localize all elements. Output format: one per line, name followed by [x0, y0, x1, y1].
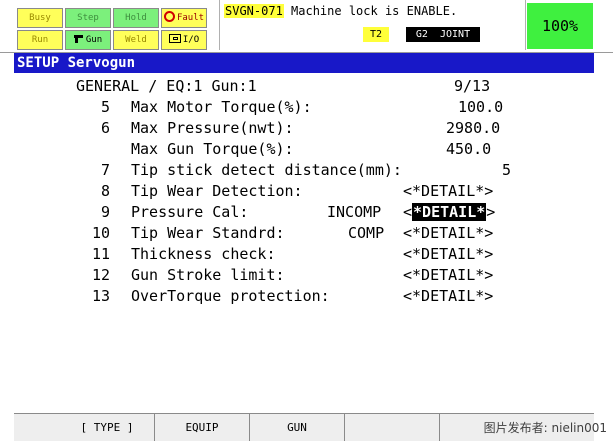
detail-cursor[interactable]: *DETAIL*	[412, 203, 487, 221]
detail-button[interactable]: <*DETAIL*>	[403, 266, 493, 285]
row-number: 8	[100, 182, 110, 200]
speed-override: 100%	[527, 3, 593, 49]
row-number: 10	[91, 224, 110, 242]
page-indicator: 9/13	[454, 77, 491, 95]
gun-icon	[73, 34, 84, 43]
fault-indicator: Fault	[161, 8, 207, 28]
weld-label: Weld	[125, 35, 147, 45]
fkey-type[interactable]: [ TYPE ]	[60, 414, 155, 441]
fault-label: Fault	[176, 13, 205, 23]
row-number: 12	[91, 266, 110, 284]
detail-bracket-close: >	[486, 203, 496, 221]
fault-icon	[163, 11, 175, 22]
detail-button[interactable]: <*DETAIL*>	[403, 182, 493, 201]
status-bar: Busy Step Hold Fault Run Gun Weld I/O SV…	[0, 0, 613, 53]
hold-label: Hold	[125, 13, 147, 23]
screen-title: SETUP Servogun	[14, 53, 594, 73]
row-label[interactable]: Tip Wear Standrd:	[131, 224, 285, 243]
mode-badge: T2	[363, 27, 389, 42]
weld-indicator: Weld	[113, 30, 159, 50]
row-value[interactable]: 5	[502, 161, 511, 180]
gun-indicator: Gun	[65, 30, 111, 50]
io-icon	[168, 34, 181, 43]
step-indicator: Step	[65, 8, 111, 28]
row-value[interactable]: 450.0	[446, 140, 491, 159]
row-label[interactable]: Gun Stroke limit:	[131, 266, 285, 285]
detail-bracket-open: <	[403, 203, 413, 221]
row-number: 5	[100, 98, 110, 116]
row-number: 9	[100, 203, 110, 221]
row-label[interactable]: Max Gun Torque(%):	[131, 140, 294, 159]
row-label[interactable]: Max Motor Torque(%):	[131, 98, 312, 117]
fkey-equip[interactable]: EQUIP	[155, 414, 250, 441]
row-number: 13	[91, 287, 110, 305]
coord-system-badge: G2 JOINT	[406, 27, 480, 42]
row-label[interactable]: Pressure Cal:	[131, 203, 248, 222]
row-number: 6	[100, 119, 110, 137]
gun-label: Gun	[85, 35, 103, 45]
alarm-message-box[interactable]: SVGN-071 Machine lock is ENABLE. T2 G2 J…	[219, 0, 526, 50]
step-label: Step	[77, 13, 99, 23]
watermark: 图片发布者: nielin001	[483, 421, 607, 435]
alarm-text: Machine lock is ENABLE.	[283, 4, 458, 18]
row-label[interactable]: OverTorque protection:	[131, 287, 330, 306]
row-value[interactable]: 2980.0	[446, 119, 500, 138]
row-label[interactable]: Max Pressure(nwt):	[131, 119, 294, 138]
fkey-gun[interactable]: GUN	[250, 414, 345, 441]
detail-button[interactable]: <*DETAIL*>	[403, 224, 493, 243]
busy-indicator: Busy	[17, 8, 63, 28]
row-label[interactable]: Thickness check:	[131, 245, 276, 264]
row-status: INCOMP	[327, 203, 382, 221]
io-label: I/O	[182, 35, 200, 45]
list-header: GENERAL / EQ:1 Gun:1	[76, 77, 257, 95]
row-number: 7	[100, 161, 110, 179]
fkey-4[interactable]	[345, 414, 440, 441]
row-number: 11	[91, 245, 110, 263]
servogun-setup-list: GENERAL / EQ:1 Gun:1 9/13 5 Max Motor To…	[14, 73, 594, 411]
alarm-code: SVGN-071	[224, 4, 284, 18]
detail-button-selected[interactable]: <*DETAIL*>	[403, 203, 495, 222]
detail-button[interactable]: <*DETAIL*>	[403, 245, 493, 264]
io-indicator: I/O	[161, 30, 207, 50]
row-value[interactable]: 100.0	[458, 98, 503, 117]
row-label[interactable]: Tip Wear Detection:	[131, 182, 303, 201]
run-label: Run	[31, 35, 49, 45]
row-status: COMP	[348, 224, 385, 242]
busy-label: Busy	[29, 13, 51, 23]
row-label[interactable]: Tip stick detect distance(mm):	[131, 161, 402, 180]
alarm-message: SVGN-071 Machine lock is ENABLE.	[224, 4, 457, 18]
detail-button[interactable]: <*DETAIL*>	[403, 287, 493, 306]
run-indicator: Run	[17, 30, 63, 50]
hold-indicator: Hold	[113, 8, 159, 28]
